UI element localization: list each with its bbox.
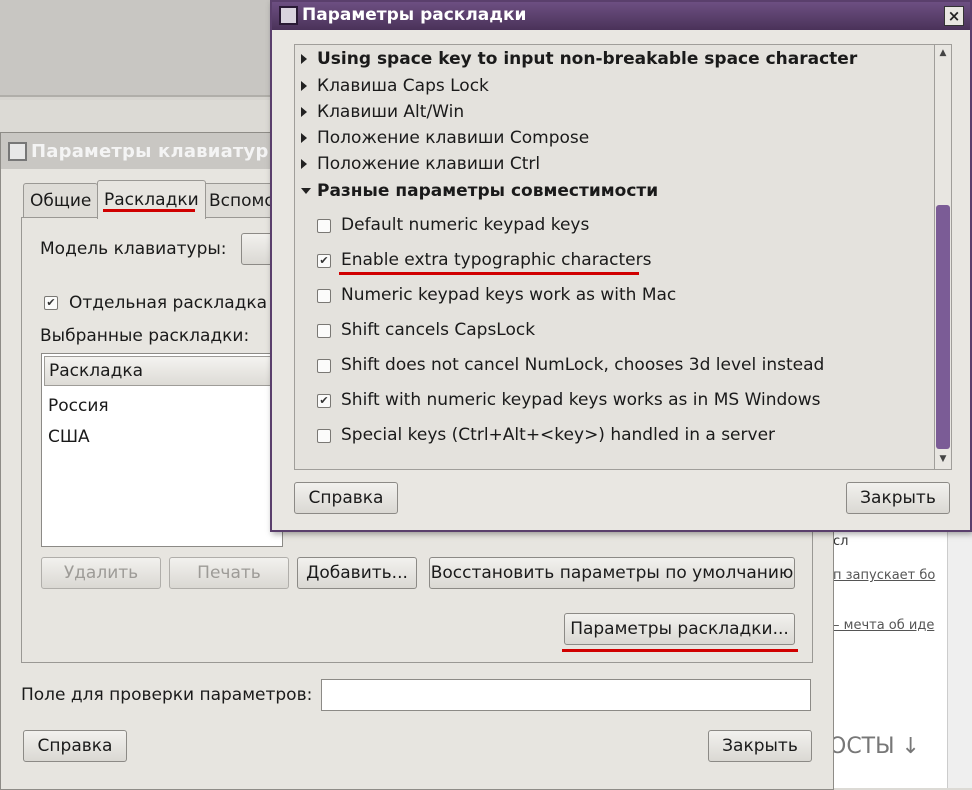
- vertical-scrollbar[interactable]: ▲ ▼: [934, 44, 952, 470]
- option-label: Default numeric keypad keys: [341, 215, 590, 235]
- page-corner-text: сл: [833, 534, 849, 549]
- expander-down-icon: [301, 188, 311, 194]
- tab-general[interactable]: Общие: [23, 183, 99, 218]
- dialog-titlebar: Параметры раскладки: [272, 2, 970, 30]
- test-field-label: Поле для проверки параметров:: [21, 685, 313, 705]
- highlight-underline: [339, 272, 639, 275]
- group-label: Разные параметры совместимости: [317, 181, 659, 201]
- tab-layouts[interactable]: Раскладки: [97, 180, 206, 219]
- tab-layouts-label: Раскладки: [104, 190, 199, 210]
- close-button[interactable]: Закрыть: [846, 482, 950, 514]
- window-menu-icon[interactable]: [279, 6, 298, 25]
- option-checkbox[interactable]: [317, 359, 331, 373]
- print-button[interactable]: Печать: [169, 557, 289, 589]
- close-icon[interactable]: ×: [944, 6, 964, 26]
- layout-options-dialog: Параметры раскладки × Using space key to…: [270, 0, 972, 532]
- option-checkbox[interactable]: [317, 429, 331, 443]
- option-label: Shift with numeric keypad keys works as …: [341, 390, 821, 410]
- help-button[interactable]: Справка: [294, 482, 398, 514]
- group-label: Клавиша Caps Lock: [317, 76, 489, 96]
- option-checkbox[interactable]: ✔: [317, 394, 331, 408]
- page-sidebar: [947, 530, 972, 788]
- help-button[interactable]: Справка: [23, 730, 127, 762]
- option-label: Special keys (Ctrl+Alt+<key>) handled in…: [341, 425, 776, 445]
- remove-button[interactable]: Удалить: [41, 557, 161, 589]
- list-item[interactable]: США: [48, 427, 90, 447]
- expander-right-icon: [301, 107, 307, 117]
- expander-right-icon: [301, 54, 307, 64]
- layout-options-button[interactable]: Параметры раскладки...: [564, 613, 795, 645]
- reset-defaults-button[interactable]: Восстановить параметры по умолчанию: [429, 557, 795, 589]
- scroll-down-icon[interactable]: ▼: [937, 452, 949, 466]
- page-heading: ОСТЫ ↓: [829, 734, 920, 759]
- page-link[interactable]: – мечта об иде: [833, 618, 945, 633]
- group-label: Положение клавиши Compose: [317, 128, 590, 148]
- group-label: Положение клавиши Ctrl: [317, 154, 541, 174]
- add-button[interactable]: Добавить...: [297, 557, 417, 589]
- highlight-underline: [562, 649, 798, 652]
- background-web-page: сл п запускает бо – мечта об иде ОСТЫ ↓: [828, 530, 972, 788]
- highlight-underline: [103, 209, 195, 212]
- selected-layouts-label: Выбранные раскладки:: [40, 326, 250, 346]
- layouts-list[interactable]: Раскладка Россия США: [41, 353, 283, 547]
- group-label: Using space key to input non-breakable s…: [317, 49, 858, 69]
- option-label: Numeric keypad keys work as with Mac: [341, 285, 677, 305]
- group-label: Клавиши Alt/Win: [317, 102, 465, 122]
- option-checkbox[interactable]: ✔: [317, 254, 331, 268]
- separate-layout-label: Отдельная раскладка д: [69, 293, 285, 313]
- list-item[interactable]: Россия: [48, 396, 109, 416]
- option-checkbox[interactable]: [317, 324, 331, 338]
- expander-right-icon: [301, 81, 307, 91]
- background-window: [0, 0, 300, 97]
- keyboard-model-label: Модель клавиатуры:: [40, 239, 227, 259]
- separate-layout-checkbox[interactable]: ✔: [44, 296, 58, 310]
- dialog-title: Параметры раскладки: [302, 5, 527, 25]
- scroll-up-icon[interactable]: ▲: [937, 46, 949, 60]
- window-menu-icon[interactable]: [8, 142, 27, 161]
- option-label: Enable extra typographic characters: [341, 250, 652, 270]
- list-column-header[interactable]: Раскладка: [44, 356, 280, 386]
- test-input[interactable]: [321, 679, 811, 711]
- window-title: Параметры клавиатуры: [31, 141, 286, 162]
- options-tree: Using space key to input non-breakable s…: [294, 44, 936, 470]
- expander-right-icon: [301, 133, 307, 143]
- option-label: Shift cancels CapsLock: [341, 320, 536, 340]
- scrollbar-thumb[interactable]: [936, 205, 950, 449]
- expander-right-icon: [301, 159, 307, 169]
- option-label: Shift does not cancel NumLock, chooses 3…: [341, 355, 825, 375]
- option-checkbox[interactable]: [317, 289, 331, 303]
- page-link[interactable]: п запускает бо: [833, 568, 945, 583]
- close-button[interactable]: Закрыть: [708, 730, 812, 762]
- option-checkbox[interactable]: [317, 219, 331, 233]
